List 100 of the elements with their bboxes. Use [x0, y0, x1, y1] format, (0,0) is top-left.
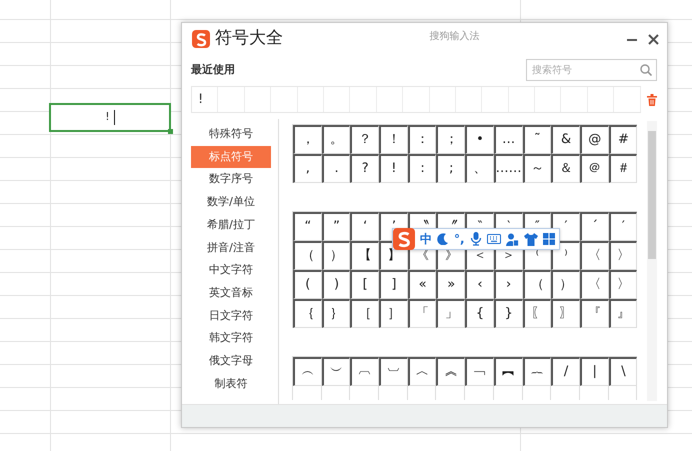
symbol-cell[interactable]: ！	[379, 125, 408, 154]
symbol-cell[interactable]: ……	[494, 154, 522, 183]
symbol-cell[interactable]: ;	[436, 154, 466, 183]
symbol-cell[interactable]: ，	[293, 125, 322, 154]
symbol-cell[interactable]: 「	[408, 299, 436, 328]
symbol-cell[interactable]: .	[322, 154, 350, 183]
symbol-cell[interactable]: ?	[350, 154, 380, 183]
symbol-cell[interactable]: ﹁	[465, 357, 494, 386]
category-tab[interactable]: 希腊/拉丁	[191, 214, 271, 236]
symbol-cell[interactable]: 『	[580, 299, 609, 328]
symbol-cell[interactable]: ]	[379, 270, 408, 299]
symbol-cell[interactable]: ︽	[436, 357, 466, 386]
symbol-cell[interactable]: ［	[350, 299, 380, 328]
symbol-cell[interactable]: ︹	[350, 357, 380, 386]
category-tab[interactable]: 日文字符	[191, 304, 271, 328]
category-tab[interactable]: 制表符	[191, 372, 271, 396]
trash-icon[interactable]	[646, 94, 657, 106]
symbol-cell[interactable]: ,	[293, 154, 322, 183]
category-tab[interactable]: 数学/单位	[191, 191, 271, 214]
symbol-cell[interactable]: ｛	[293, 299, 322, 328]
symbol-cell[interactable]: ：	[408, 125, 436, 154]
symbol-cell[interactable]: （	[293, 241, 322, 270]
symbol-cell[interactable]: ］	[379, 299, 408, 328]
symbol-cell[interactable]: ˜	[522, 125, 552, 154]
shirt-icon[interactable]	[524, 232, 538, 246]
symbol-cell[interactable]: }	[494, 299, 522, 328]
close-icon[interactable]	[648, 34, 659, 44]
symbol-cell[interactable]: 〈	[580, 241, 609, 270]
keyboard-icon[interactable]	[486, 233, 501, 245]
symbol-cell[interactable]: \	[608, 357, 638, 386]
cell-input-field[interactable]: !	[49, 103, 171, 132]
symbol-cell[interactable]: 【	[350, 241, 380, 270]
category-tab[interactable]: 英文音标	[191, 282, 271, 304]
symbol-cell[interactable]: ；	[436, 125, 466, 154]
symbol-cell[interactable]: ︵	[293, 357, 322, 386]
symbol-cell[interactable]: 〉	[608, 270, 638, 299]
symbol-cell[interactable]: ›	[494, 270, 522, 299]
symbol-cell[interactable]: &	[551, 125, 580, 154]
symbol-cell[interactable]: ︷	[522, 357, 552, 386]
scrollbar[interactable]	[647, 121, 657, 401]
symbol-cell[interactable]: 。	[322, 125, 350, 154]
symbol-cell[interactable]: ︿	[408, 357, 436, 386]
symbol-cell[interactable]: ︻	[494, 357, 522, 386]
symbol-cell[interactable]: |	[580, 357, 609, 386]
moon-icon[interactable]	[437, 233, 449, 245]
microphone-icon[interactable]	[470, 232, 482, 246]
category-tab[interactable]: 特殊符号	[191, 123, 271, 146]
symbol-cell[interactable]: »	[436, 270, 466, 299]
section-label: 最近使用	[191, 62, 236, 78]
app-name: 搜狗输入法	[428, 30, 480, 44]
symbol-cell[interactable]: “	[293, 212, 322, 241]
symbol-cell[interactable]: 〉	[608, 241, 638, 270]
symbol-cell[interactable]: [	[350, 270, 380, 299]
symbol-cell[interactable]: 〖	[522, 299, 552, 328]
search-field[interactable]: 搜索符号	[526, 59, 657, 81]
symbol-cell[interactable]: :	[408, 154, 436, 183]
symbol-cell[interactable]: ～	[522, 154, 552, 183]
symbol-cell[interactable]: ⁾	[551, 241, 580, 270]
symbol-cell[interactable]: ‘	[350, 212, 380, 241]
symbol-cell[interactable]: ）	[551, 270, 580, 299]
symbol-cell[interactable]: …	[494, 125, 522, 154]
symbol-cell[interactable]: ）	[322, 241, 350, 270]
symbol-cell[interactable]: /	[551, 357, 580, 386]
symbol-cell[interactable]: 』	[608, 299, 638, 328]
symbol-cell[interactable]: (	[293, 270, 322, 299]
sogou-logo-icon[interactable]	[393, 228, 415, 250]
category-tab[interactable]: 俄文字母	[191, 350, 271, 373]
symbol-cell[interactable]: ︶	[322, 357, 350, 386]
text-cursor	[114, 110, 115, 125]
symbol-cell[interactable]: ‹	[465, 270, 494, 299]
symbol-cell[interactable]: ”	[322, 212, 350, 241]
category-tab[interactable]: 拼音/注音	[191, 236, 271, 260]
symbol-cell[interactable]: （	[522, 270, 552, 299]
symbol-cell[interactable]: @	[580, 125, 609, 154]
category-tab[interactable]: 韩文字符	[191, 327, 271, 350]
symbol-cell[interactable]: ？	[350, 125, 380, 154]
dialog-title: 符号大全	[215, 27, 283, 50]
symbol-cell[interactable]: ˊ	[580, 212, 609, 241]
symbol-cell[interactable]: ′	[608, 212, 638, 241]
search-icon[interactable]	[640, 64, 652, 76]
symbol-cell[interactable]: ＃	[608, 154, 638, 183]
symbol-cell[interactable]: ＆	[551, 154, 580, 183]
symbol-cell[interactable]: {	[465, 299, 494, 328]
grid-icon[interactable]	[542, 233, 555, 245]
symbol-cell[interactable]: ︺	[379, 357, 408, 386]
symbol-cell[interactable]: 〈	[580, 270, 609, 299]
symbol-cell[interactable]: #	[608, 125, 638, 154]
symbol-cell[interactable]: !	[379, 154, 408, 183]
symbol-cell[interactable]: ｝	[322, 299, 350, 328]
symbol-cell[interactable]: •	[465, 125, 494, 154]
user-icon[interactable]	[506, 232, 519, 246]
symbol-cell[interactable]: ＠	[580, 154, 609, 183]
category-tab[interactable]: 中文字符	[191, 259, 271, 282]
category-tab[interactable]: 数字序号	[191, 168, 271, 192]
cell-text: !	[105, 109, 110, 126]
symbol-cell[interactable]: «	[408, 270, 436, 299]
symbol-cell[interactable]: )	[322, 270, 350, 299]
symbol-cell[interactable]: 〗	[551, 299, 580, 328]
symbol-cell[interactable]: 、	[465, 154, 494, 183]
symbol-cell[interactable]: 」	[436, 299, 466, 328]
